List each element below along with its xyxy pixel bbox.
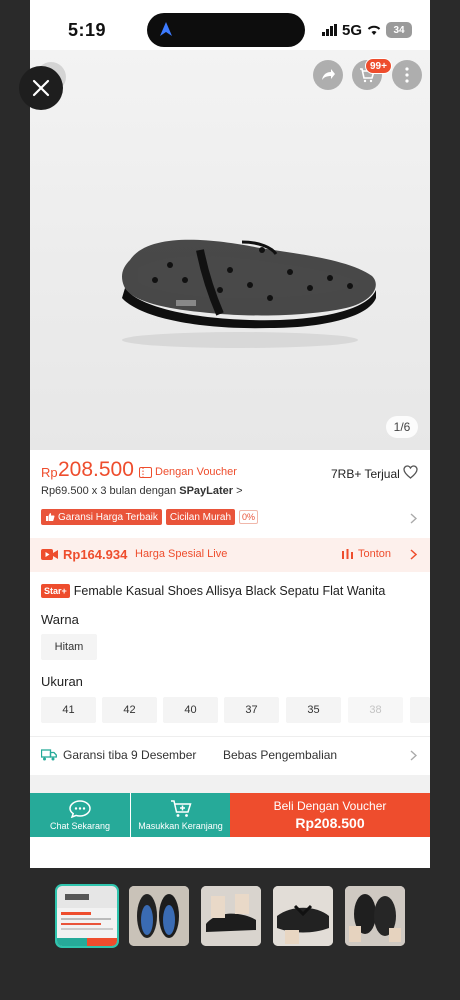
thumbnail-1[interactable] <box>55 884 119 948</box>
live-chevron-icon <box>410 549 417 560</box>
thumbnail-shoe-image <box>273 886 333 946</box>
size-option-disabled: 38 <box>348 697 403 723</box>
price-row: Rp 208.500 Dengan Voucher 7RB+ Terjual <box>41 458 421 486</box>
screenshot-viewer: 5:19 5G 34 99+ 1/6 Rp 208.500 Dengan Vou… <box>0 0 460 1000</box>
section-gap <box>30 775 430 793</box>
status-bar: 5:19 5G 34 <box>30 0 430 50</box>
promo-badges[interactable]: Garansi Harga Terbaik Cicilan Murah 0% <box>41 509 259 525</box>
truck-icon <box>41 749 57 761</box>
buy-label: Beli Dengan Voucher <box>273 799 387 813</box>
thumbnail-strip <box>55 884 405 948</box>
delivery-guarantee: Garansi tiba 9 Desember <box>63 748 197 762</box>
thumbnail-shoe-image <box>129 886 189 946</box>
status-time: 5:19 <box>68 20 107 40</box>
network-type: 5G <box>342 21 363 39</box>
color-label: Warna <box>41 612 79 627</box>
size-option[interactable]: 40 <box>163 697 218 723</box>
installment-info[interactable]: Rp69.500 x 3 bulan dengan SPayLater > <box>41 485 243 497</box>
size-option[interactable]: 41 <box>41 697 96 723</box>
chat-button[interactable]: Chat Sekarang <box>30 793 130 837</box>
thumbnail-screen-image <box>57 886 117 946</box>
thumbnail-shoe-image <box>201 886 261 946</box>
voucher-tag[interactable]: Dengan Voucher <box>139 466 237 478</box>
thumbnail-2[interactable] <box>129 886 189 946</box>
size-option[interactable]: 37 <box>224 697 279 723</box>
thumbs-up-icon <box>46 513 55 521</box>
close-icon <box>32 79 50 97</box>
add-cart-label: Masukkan Keranjang <box>138 820 223 831</box>
live-bars-icon <box>342 549 353 559</box>
size-label: Ukuran <box>41 674 83 689</box>
buy-price: Rp208.500 <box>295 815 365 831</box>
status-icons: 5G 34 <box>322 20 413 40</box>
size-option[interactable]: 35 <box>286 697 341 723</box>
chevron-right-icon[interactable] <box>410 513 417 524</box>
product-title: Femable Kasual Shoes Allisya Black Sepat… <box>73 584 386 598</box>
cart-count-badge: 99+ <box>365 58 392 74</box>
share-button[interactable] <box>313 60 343 90</box>
buy-with-voucher-button[interactable]: Beli Dengan Voucher Rp208.500 <box>230 793 430 837</box>
installment-text: Rp69.500 x 3 bulan dengan <box>41 485 180 497</box>
live-price: Rp164.934 <box>63 547 128 562</box>
installment-brand: SPayLater <box>179 485 234 497</box>
share-icon <box>322 69 335 80</box>
guarantee-badge: Garansi Harga Terbaik <box>41 509 162 525</box>
size-option[interactable]: 42 <box>102 697 157 723</box>
price-value: 208.500 <box>58 458 134 481</box>
thumbnail-4[interactable] <box>273 886 333 946</box>
cicilan-badge: Cicilan Murah <box>165 509 236 525</box>
navigation-arrow-icon <box>160 22 172 36</box>
shoe-photo <box>122 239 376 348</box>
product-image[interactable] <box>30 50 430 450</box>
thumbnail-5[interactable] <box>345 886 405 946</box>
sold-count: 7RB+ Terjual <box>331 467 400 481</box>
chat-icon <box>69 799 91 818</box>
voucher-label: Dengan Voucher <box>155 466 237 478</box>
thumbnail-3[interactable] <box>201 886 261 946</box>
more-icon <box>405 67 409 83</box>
phone-screen: 5:19 5G 34 99+ 1/6 Rp 208.500 Dengan Vou… <box>30 0 430 868</box>
star-plus-badge: Star+ <box>41 584 70 598</box>
add-to-cart-button[interactable]: Masukkan Keranjang <box>131 793 230 837</box>
zero-percent-badge: 0% <box>239 510 259 524</box>
thumbnail-shoe-image <box>345 886 405 946</box>
dynamic-island <box>147 13 305 47</box>
color-option-hitam[interactable]: Hitam <box>41 634 97 660</box>
signal-icon <box>322 24 337 36</box>
bottom-action-bar: Chat Sekarang Masukkan Keranjang Beli De… <box>30 793 430 837</box>
installment-chevron: > <box>236 485 243 497</box>
live-label: Harga Spesial Live <box>135 548 228 560</box>
watch-label: Tonton <box>358 548 392 560</box>
live-price-row[interactable]: Rp164.934 Harga Spesial Live Tonton <box>30 538 430 572</box>
close-viewer-button[interactable] <box>19 66 63 110</box>
shipping-chevron-icon <box>410 750 417 761</box>
free-returns: Bebas Pengembalian <box>223 748 338 762</box>
add-cart-icon <box>170 799 192 817</box>
watch-live-link[interactable]: Tonton <box>342 548 391 560</box>
voucher-icon <box>139 466 152 478</box>
more-button[interactable] <box>392 60 422 90</box>
live-video-icon <box>41 549 58 560</box>
image-counter: 1/6 <box>386 416 418 438</box>
wifi-icon <box>367 25 381 35</box>
battery-indicator: 34 <box>386 22 413 38</box>
chat-label: Chat Sekarang <box>49 820 111 831</box>
guarantee-label: Garansi Harga Terbaik <box>58 511 158 523</box>
heart-icon[interactable] <box>403 465 418 479</box>
size-option-partial[interactable] <box>410 697 430 723</box>
price-currency: Rp <box>41 465 58 480</box>
shipping-row[interactable]: Garansi tiba 9 Desember Bebas Pengembali… <box>30 737 430 775</box>
product-title-row: Star+ Femable Kasual Shoes Allisya Black… <box>41 584 421 598</box>
